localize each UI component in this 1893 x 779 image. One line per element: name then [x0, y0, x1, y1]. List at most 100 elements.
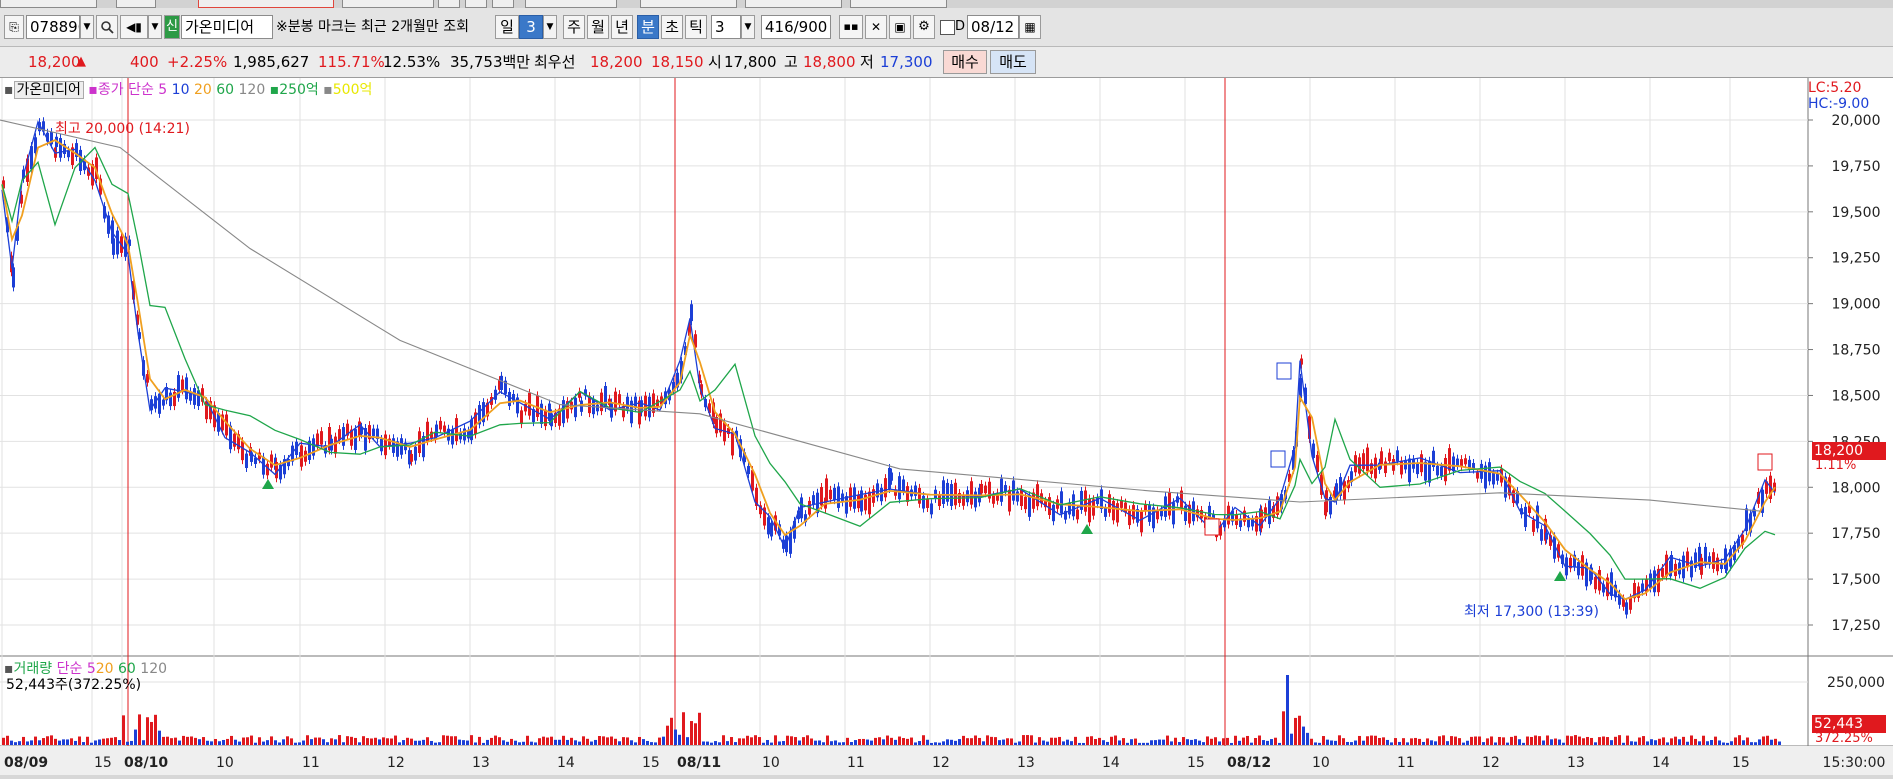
- period-day-count[interactable]: 3: [519, 15, 543, 39]
- code-dropdown-button[interactable]: ▼: [80, 15, 94, 39]
- hidden-tab[interactable]: [745, 0, 842, 8]
- stock-name-field[interactable]: 가온미디어: [181, 15, 273, 39]
- period-week-button[interactable]: 주: [563, 15, 585, 39]
- candle-body: [451, 429, 454, 445]
- volume-bar: [1238, 740, 1241, 745]
- time-tick-label: 13: [472, 755, 490, 771]
- volume-bar: [1734, 737, 1737, 745]
- volume-bar: [1498, 736, 1501, 745]
- save-icon[interactable]: ▣: [889, 15, 911, 39]
- period-minute-button[interactable]: 분: [637, 15, 659, 39]
- candle-body: [233, 433, 236, 447]
- candle-body: [1448, 448, 1451, 471]
- candle-body: [177, 375, 180, 398]
- speaker-icon[interactable]: ◀▮: [120, 15, 148, 39]
- date-checkbox[interactable]: [940, 20, 955, 35]
- volume-bar: [706, 741, 709, 745]
- time-tick-label: 11: [302, 755, 320, 771]
- legend-extra1: 250억: [279, 82, 319, 98]
- interval-select[interactable]: 3: [711, 15, 741, 39]
- candle-body: [767, 517, 770, 535]
- hidden-tab[interactable]: [850, 0, 947, 8]
- price-tick-label: 19,500: [1832, 205, 1881, 221]
- chart-area[interactable]: 20,000 19,750 19,500 19,250 19,000 18,750 18,5…: [0, 78, 1893, 775]
- volume-bar: [1354, 740, 1357, 745]
- candle-body: [626, 396, 629, 410]
- price-volume-chart[interactable]: 20,000 19,750 19,500 19,250 19,000 18,750 18,5…: [0, 78, 1893, 775]
- low-price: 17,300: [880, 53, 933, 71]
- candle-body: [443, 425, 446, 432]
- volume-bar: [930, 742, 933, 745]
- volume-bar: [698, 712, 701, 745]
- speaker-dropdown-button[interactable]: ▼: [148, 15, 162, 39]
- candle-body: [1028, 495, 1031, 517]
- hidden-tab[interactable]: [116, 0, 156, 8]
- volume-bar: [1126, 742, 1129, 745]
- volume-bar: [74, 740, 77, 745]
- volume-bar: [242, 737, 245, 745]
- legend-stock-name[interactable]: 가온미디어: [13, 81, 84, 99]
- volume-bar: [782, 741, 785, 745]
- volume-bar: [882, 739, 885, 745]
- candle-body: [1380, 451, 1383, 465]
- buy-button[interactable]: 매수: [943, 50, 987, 74]
- link-icon[interactable]: ⎘: [4, 15, 24, 39]
- candle-body: [1008, 489, 1011, 512]
- candle-body: [1540, 529, 1543, 541]
- volume-bar: [630, 740, 633, 745]
- volume-bar: [490, 737, 493, 745]
- volume-legend-ma120: 120: [140, 661, 168, 677]
- hidden-tab[interactable]: [492, 0, 514, 8]
- volume-bar: [538, 738, 541, 745]
- volume-bar: [982, 741, 985, 745]
- interval-dropdown[interactable]: ▼: [741, 15, 755, 39]
- volume-bar: [1710, 740, 1713, 745]
- period-year-button[interactable]: 년: [611, 15, 633, 39]
- crosshair-icon[interactable]: ✕: [865, 15, 887, 39]
- hidden-tab[interactable]: [0, 0, 97, 8]
- bar-count-field[interactable]: 416/900: [761, 15, 831, 39]
- candle-body: [1060, 491, 1063, 514]
- volume-bar: [122, 715, 125, 745]
- gear-icon[interactable]: ⚙: [913, 15, 935, 39]
- candle-body: [245, 453, 248, 469]
- hidden-tab[interactable]: [342, 0, 434, 8]
- period-day-button[interactable]: 일: [495, 15, 519, 39]
- time-tick-label: 15: [94, 755, 112, 771]
- volume-bar: [1326, 739, 1329, 745]
- period-tick-button[interactable]: 틱: [685, 15, 707, 39]
- volume-bar: [890, 737, 893, 745]
- volume-bar: [786, 735, 789, 745]
- hidden-tab[interactable]: [525, 0, 617, 8]
- high-annotation: 최고 20,000 (14:21): [55, 121, 190, 137]
- volume-bar: [22, 736, 25, 745]
- price-tick-label: 20,000: [1832, 113, 1881, 129]
- period-month-button[interactable]: 월: [587, 15, 609, 39]
- candle-body: [1408, 458, 1411, 483]
- candle-body: [426, 421, 429, 442]
- volume-bar: [594, 739, 597, 745]
- day-count-dropdown[interactable]: ▼: [543, 15, 557, 39]
- sell-button[interactable]: 매도: [990, 50, 1036, 74]
- hidden-tab[interactable]: [640, 0, 737, 8]
- calendar-icon[interactable]: ▦: [1019, 15, 1041, 39]
- volume-bar: [270, 736, 273, 745]
- candle-body: [1247, 519, 1250, 528]
- legend-ma-type: 종가 단순: [97, 82, 154, 98]
- hidden-tab[interactable]: [438, 0, 460, 8]
- volume-bar: [1462, 742, 1465, 745]
- candle-body: [974, 491, 977, 508]
- chart-tool-icon[interactable]: ▪▪: [839, 15, 863, 39]
- volume-bar: [1206, 736, 1209, 745]
- volume-bar: [554, 739, 557, 745]
- volume-bar: [506, 741, 509, 745]
- hidden-tab[interactable]: [465, 0, 487, 8]
- volume-bar: [1106, 741, 1109, 745]
- candle-body: [731, 431, 734, 456]
- period-second-button[interactable]: 초: [661, 15, 683, 39]
- volume-bar: [1742, 740, 1745, 745]
- search-icon[interactable]: [96, 15, 118, 39]
- hidden-tab-active[interactable]: [198, 0, 334, 8]
- stock-code-input[interactable]: 078890: [26, 15, 80, 39]
- date-input[interactable]: 08/12: [967, 15, 1019, 39]
